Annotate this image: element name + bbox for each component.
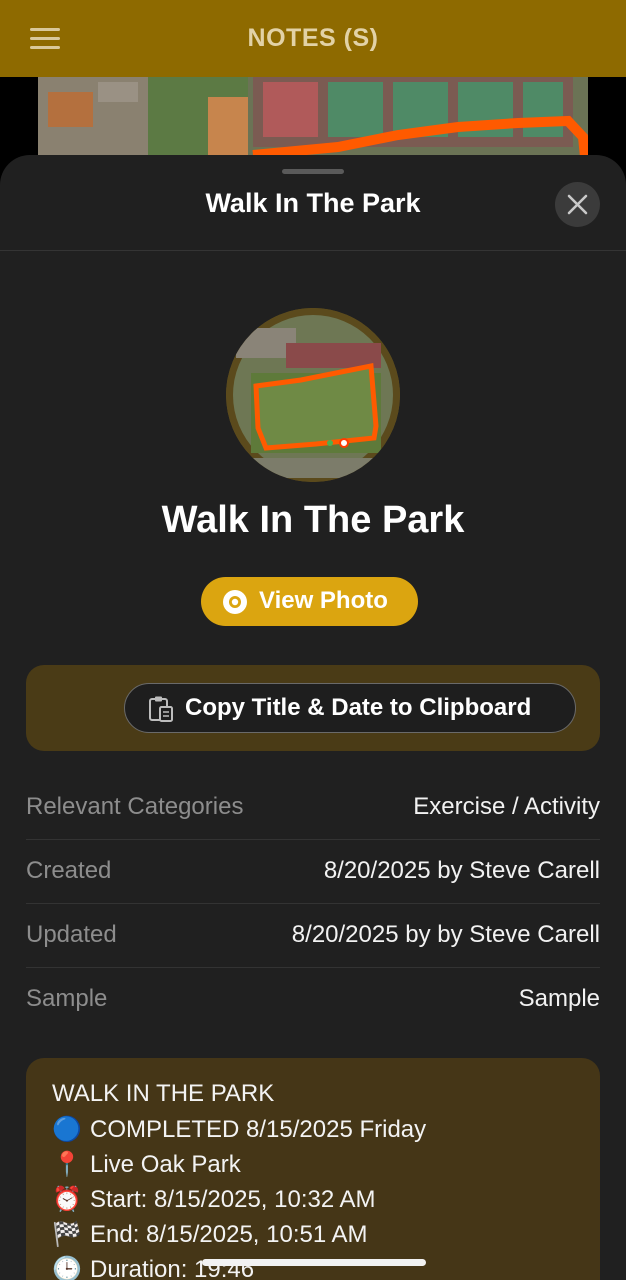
notes-line-text: Live Oak Park	[90, 1151, 241, 1178]
blue-circle-icon: 🔵	[52, 1116, 82, 1143]
notes-line: ⏰ Start: 8/15/2025, 10:32 AM	[52, 1185, 376, 1214]
detail-value: 8/20/2025 by Steve Carell	[323, 857, 600, 884]
detail-value: Exercise / Activity	[413, 793, 600, 820]
copy-title-date-button[interactable]: Copy Title & Date to Clipboard	[124, 683, 576, 733]
detail-label: Relevant Categories	[26, 793, 244, 820]
copy-button-label: Copy Title & Date to Clipboard	[185, 694, 532, 721]
notes-line-text: Start: 8/15/2025, 10:32 AM	[90, 1186, 376, 1213]
notes-line: 🏁 End: 8/15/2025, 10:51 AM	[52, 1220, 368, 1249]
detail-row-sample: Sample Sample	[26, 967, 600, 1031]
checkered-flag-icon: 🏁	[52, 1221, 82, 1248]
copy-card: Copy Title & Date to Clipboard	[26, 665, 600, 751]
detail-label: Sample	[26, 985, 108, 1012]
notes-line: 🔵 COMPLETED 8/15/2025 Friday	[52, 1115, 426, 1144]
note-detail-sheet: Walk In The Park Walk In The Park View P…	[0, 155, 626, 1280]
notes-card: WALK IN THE PARK 🔵 COMPLETED 8/15/2025 Fr…	[26, 1058, 600, 1280]
header-divider	[0, 250, 626, 251]
app-bar-title: NOTES (S)	[247, 24, 379, 52]
clipboard-icon	[149, 696, 173, 722]
detail-row-updated: Updated 8/20/2025 by by Steve Carell	[26, 903, 600, 968]
alarm-clock-icon: ⏰	[52, 1186, 82, 1213]
close-button[interactable]	[555, 182, 600, 227]
detail-row-categories: Relevant Categories Exercise / Activity	[26, 775, 600, 840]
detail-label: Created	[26, 857, 112, 884]
sheet-header-title: Walk In The Park	[205, 188, 421, 218]
notes-line-text: End: 8/15/2025, 10:51 AM	[90, 1221, 368, 1248]
map-preview	[38, 77, 588, 167]
detail-label: Updated	[26, 921, 117, 948]
notes-heading: WALK IN THE PARK	[52, 1080, 275, 1107]
clock-icon: 🕒	[52, 1256, 82, 1280]
notes-line-text: COMPLETED 8/15/2025 Friday	[90, 1116, 427, 1143]
close-icon	[567, 194, 588, 215]
note-title: Walk In The Park	[161, 499, 465, 541]
notes-line: 📍 Live Oak Park	[52, 1150, 241, 1179]
camera-icon	[223, 590, 247, 614]
sheet-grabber[interactable]	[282, 169, 344, 174]
view-photo-label: View Photo	[259, 587, 388, 614]
pin-icon: 📍	[52, 1151, 82, 1178]
view-photo-button[interactable]: View Photo	[201, 577, 418, 626]
route-map-thumbnail[interactable]	[226, 308, 400, 482]
home-indicator	[202, 1259, 426, 1266]
app-bar: NOTES (S)	[0, 0, 626, 77]
detail-row-created: Created 8/20/2025 by Steve Carell	[26, 839, 600, 904]
detail-value: 8/20/2025 by by Steve Carell	[291, 921, 600, 948]
detail-value: Sample	[518, 985, 600, 1012]
